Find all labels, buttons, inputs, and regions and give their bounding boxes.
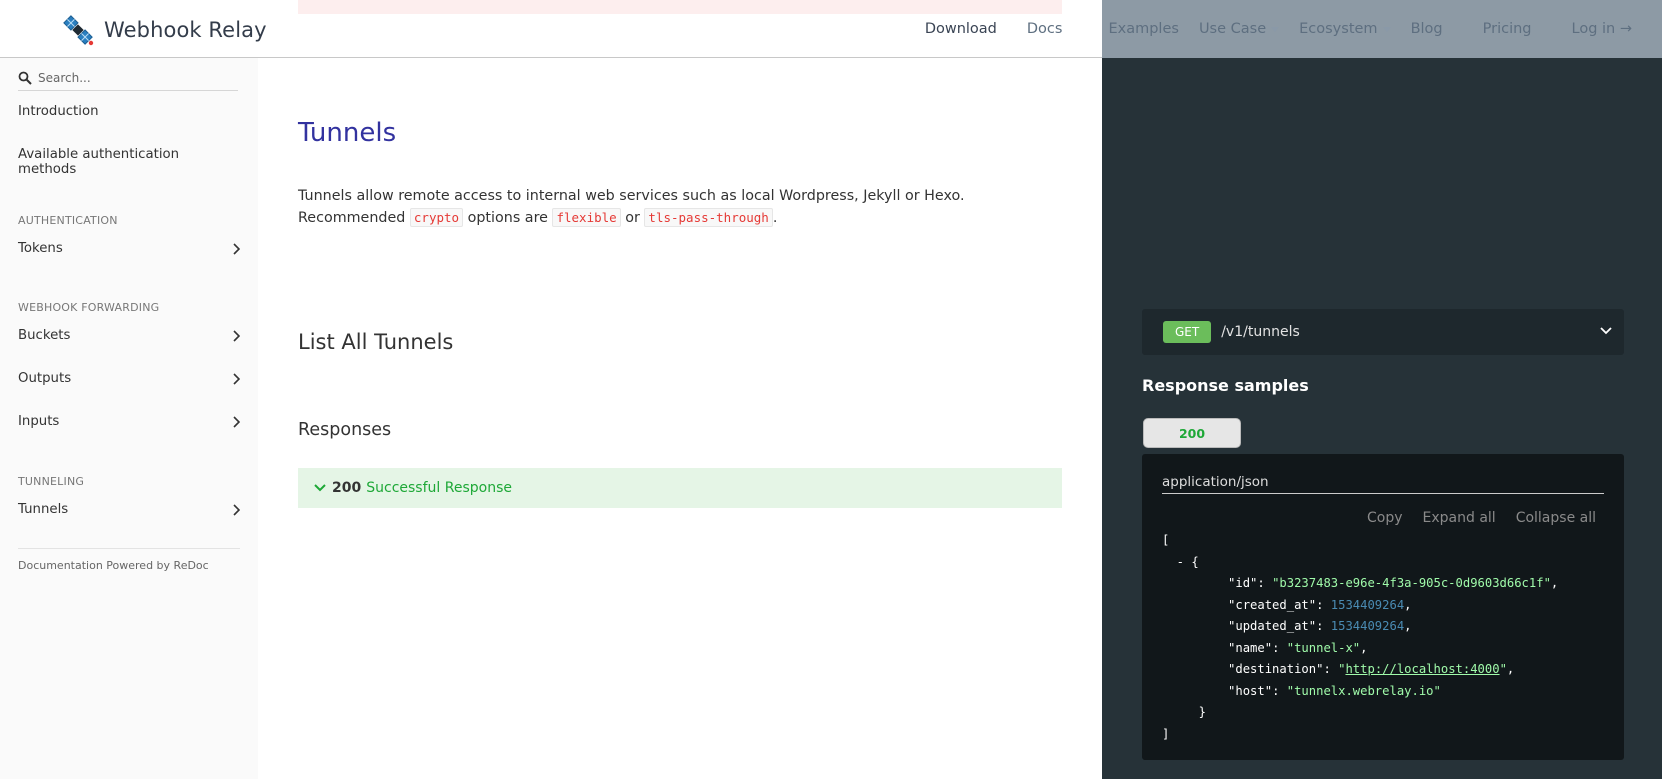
sidebar-item-buckets[interactable]: Buckets: [18, 328, 240, 343]
copy-button[interactable]: Copy: [1367, 510, 1403, 526]
content-type-label: application/json: [1162, 474, 1604, 494]
nav-docs[interactable]: Docs: [1027, 21, 1063, 37]
alert-banner: [298, 0, 1062, 14]
json-destination-link[interactable]: http://localhost:4000: [1345, 662, 1499, 676]
caret-down-icon: [1382, 26, 1391, 32]
description-text: or: [625, 210, 640, 226]
sidebar: Introduction Available authentication me…: [0, 58, 258, 779]
json-created-at-value: 1534409264: [1330, 597, 1405, 612]
code-flexible: flexible: [552, 208, 621, 227]
nav-examples[interactable]: Examples: [1108, 21, 1178, 37]
tab-200[interactable]: 200: [1143, 418, 1241, 448]
search-box: [18, 66, 238, 91]
response-code: 200: [332, 480, 362, 496]
brand-name: Webhook Relay: [104, 18, 267, 42]
nav-ecosystem[interactable]: Ecosystem: [1299, 21, 1391, 37]
responses-heading: Responses: [298, 420, 392, 440]
endpoint-toggle[interactable]: GET /v1/tunnels: [1142, 309, 1624, 355]
nav-pricing[interactable]: Pricing: [1483, 21, 1532, 37]
sidebar-item-outputs[interactable]: Outputs: [18, 371, 240, 386]
sidebar-section-tunneling: TUNNELING: [18, 475, 85, 488]
response-description: Successful Response: [366, 480, 512, 496]
chevron-right-icon: [233, 503, 240, 516]
main-content: Tunnels Tunnels allow remote access to i…: [258, 58, 1102, 779]
sample-actions: Copy Expand all Collapse all: [1367, 510, 1596, 526]
json-host-value: tunnelx.webrelay.io: [1294, 683, 1434, 698]
search-icon: [18, 71, 32, 85]
sidebar-item-label: Outputs: [18, 371, 72, 386]
json-updated-at-value: 1534409264: [1330, 619, 1405, 633]
json-sample: [ - { "id": "b3237483-e96e-4f3a-905c-0d9…: [1162, 533, 1559, 741]
description-text: Recommended: [298, 210, 406, 226]
description-text: .: [772, 210, 778, 226]
endpoint-path: /v1/tunnels: [1221, 324, 1300, 340]
chevron-right-icon: [233, 372, 240, 385]
sidebar-item-label: Available authentication methods: [18, 147, 180, 177]
chevron-right-icon: [233, 329, 240, 342]
search-input[interactable]: [38, 71, 228, 85]
sidebar-item-label: Buckets: [18, 328, 71, 343]
chevron-right-icon: [233, 415, 240, 428]
json-id-value: b3237483-e96e-4f3a-905c-0d9603d66c1f: [1279, 576, 1544, 590]
nav-download[interactable]: Download: [925, 21, 997, 37]
description-line-1: Tunnels allow remote access to internal …: [298, 188, 965, 204]
sidebar-item-auth-methods[interactable]: Available authentication methods: [18, 147, 240, 177]
nav-login[interactable]: Log in →: [1572, 21, 1633, 37]
sidebar-item-inputs[interactable]: Inputs: [18, 414, 240, 429]
code-crypto: crypto: [409, 208, 464, 227]
code-tls-pass-through: tls-pass-through: [644, 208, 773, 227]
expand-all-button[interactable]: Expand all: [1423, 510, 1496, 526]
samples-panel: GET /v1/tunnels Response samples 200 app…: [1102, 58, 1662, 779]
sidebar-section-webhook-forwarding: WEBHOOK FORWARDING: [18, 301, 160, 314]
sidebar-item-label: Introduction: [18, 104, 99, 119]
http-method-badge: GET: [1163, 321, 1212, 343]
chevron-down-icon: [1600, 327, 1612, 335]
nav-blog[interactable]: Blog: [1411, 21, 1443, 37]
sidebar-item-label: Tokens: [18, 241, 63, 256]
collapse-all-button[interactable]: Collapse all: [1516, 510, 1596, 526]
brand[interactable]: Webhook Relay: [60, 12, 267, 48]
sidebar-section-authentication: AUTHENTICATION: [18, 214, 118, 227]
sidebar-item-tunnels[interactable]: Tunnels: [18, 502, 240, 517]
powered-by-redoc-link[interactable]: Documentation Powered by ReDoc: [18, 548, 240, 572]
response-200-toggle[interactable]: 200 Successful Response: [298, 468, 1062, 508]
response-samples-heading: Response samples: [1142, 376, 1309, 395]
satellite-logo-icon: [63, 15, 94, 46]
section-description: Tunnels allow remote access to internal …: [298, 186, 1038, 229]
sidebar-item-label: Tunnels: [18, 502, 69, 517]
nav-use-case-label: Use Case: [1198, 21, 1267, 37]
sidebar-item-tokens[interactable]: Tokens: [18, 241, 240, 256]
nav-ecosystem-label: Ecosystem: [1299, 21, 1378, 37]
nav-use-case[interactable]: Use Case: [1198, 21, 1280, 37]
response-sample-box: application/json Copy Expand all Collaps…: [1142, 454, 1624, 760]
operation-title: List All Tunnels: [298, 330, 454, 354]
chevron-down-icon: [314, 484, 326, 492]
sidebar-item-label: Inputs: [18, 414, 60, 429]
page-title: Tunnels: [298, 118, 397, 148]
sidebar-item-introduction[interactable]: Introduction: [18, 104, 240, 119]
json-name-value: tunnel-x: [1294, 640, 1353, 655]
caret-down-icon: [1271, 26, 1280, 32]
description-line-2: Recommended crypto options are flexible …: [298, 207, 1038, 229]
chevron-right-icon: [233, 242, 240, 255]
description-text: options are: [467, 210, 548, 226]
